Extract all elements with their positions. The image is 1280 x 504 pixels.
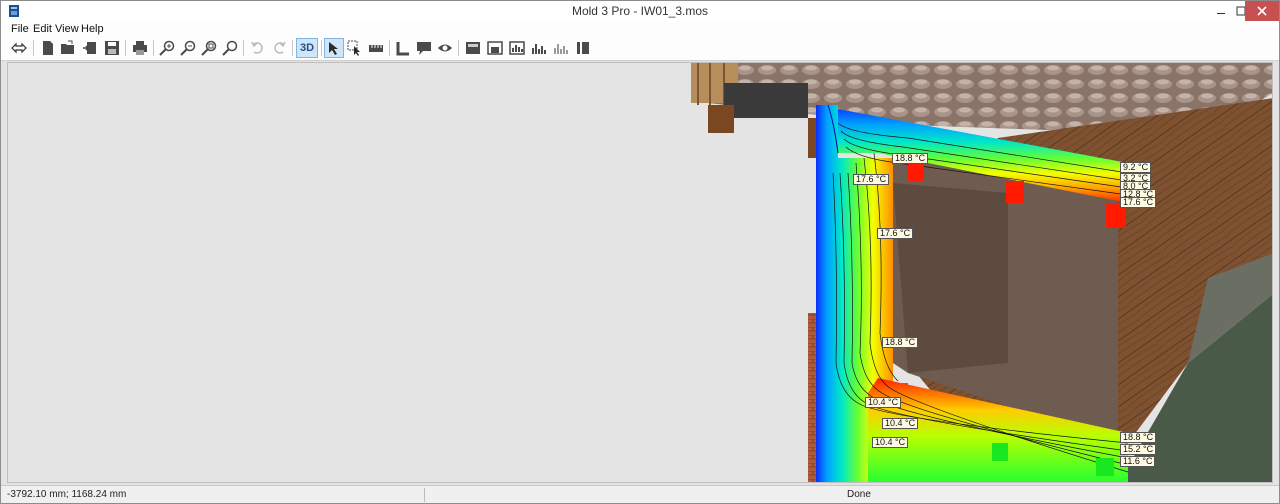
zoom-in-button[interactable] (157, 38, 177, 58)
comment-button[interactable] (414, 38, 434, 58)
status-message: Done (847, 489, 871, 500)
mesh-button[interactable] (485, 38, 505, 58)
mesh-icon (487, 41, 503, 55)
minimize-icon (1217, 13, 1225, 14)
measure-icon (369, 45, 383, 52)
temp-label: 17.6 °C (853, 174, 890, 185)
app-window: Mold 3 Pro - IW01_3.mos File Edit View H… (0, 0, 1280, 504)
3d-viewport[interactable]: 18.8 °C 17.6 °C 17.6 °C 18.8 °C 10.4 °C … (7, 62, 1273, 483)
menu-bar: File Edit View Help (1, 22, 1279, 36)
temp-label: 18.8 °C (892, 153, 929, 164)
temp-label: 15.2 °C (1120, 444, 1157, 455)
zoom-out-icon (180, 40, 196, 56)
new-file-button[interactable] (38, 38, 58, 58)
temp-label: 18.8 °C (1120, 432, 1157, 443)
material-button[interactable] (463, 38, 483, 58)
close-icon (1257, 6, 1267, 16)
redo-button[interactable] (269, 38, 289, 58)
3d-view-label: 3D (299, 42, 315, 54)
redo-icon (274, 41, 286, 54)
visibility-button[interactable] (435, 38, 455, 58)
comment-icon (417, 42, 431, 55)
temp-label: 10.4 °C (872, 437, 909, 448)
close-button[interactable] (1245, 1, 1279, 21)
select-icon (329, 42, 338, 55)
temp-label: 18.8 °C (882, 337, 919, 348)
chart-button[interactable] (529, 38, 549, 58)
status-divider (424, 488, 425, 502)
window-title: Mold 3 Pro - IW01_3.mos (571, 4, 709, 18)
open-icon (61, 40, 74, 54)
cursor-coordinates: -3792.10 mm; 1168.24 mm (7, 489, 127, 500)
result-button[interactable] (507, 38, 527, 58)
zoom-all-icon (201, 40, 217, 56)
pan-icon (11, 42, 27, 54)
temp-label: 10.4 °C (865, 397, 902, 408)
material-icon (466, 42, 480, 54)
temp-label: 17.6 °C (1120, 197, 1157, 208)
new-file-icon (43, 41, 53, 55)
temp-label: 11.6 °C (1120, 456, 1156, 467)
select-button[interactable] (324, 38, 344, 58)
undo-button[interactable] (248, 38, 268, 58)
title-bar: Mold 3 Pro - IW01_3.mos (1, 1, 1279, 22)
import-icon (83, 42, 96, 54)
print-button[interactable] (130, 38, 150, 58)
zoom-out-button[interactable] (178, 38, 198, 58)
temp-label: 9.2 °C (1120, 162, 1152, 173)
save-icon (105, 41, 119, 55)
3d-scene (691, 63, 1272, 482)
visibility-icon (438, 44, 452, 52)
measure-button[interactable] (366, 38, 386, 58)
select-box-icon (347, 40, 360, 56)
chart-icon (532, 44, 546, 54)
zoom-window-icon (222, 40, 238, 56)
zoom-window-button[interactable] (220, 38, 240, 58)
temp-label: 10.4 °C (882, 418, 919, 429)
open-button[interactable] (58, 38, 78, 58)
import-button[interactable] (80, 38, 100, 58)
3d-view-button[interactable]: 3D (296, 38, 318, 58)
print-icon (133, 41, 147, 55)
menu-help[interactable]: Help (81, 22, 104, 36)
menu-view[interactable]: View (55, 22, 79, 36)
calc-icon (577, 42, 589, 54)
zoom-in-icon (159, 40, 175, 56)
zoom-all-button[interactable] (199, 38, 219, 58)
menu-edit[interactable]: Edit (33, 22, 52, 36)
corner-button[interactable] (393, 38, 413, 58)
status-bar: -3792.10 mm; 1168.24 mm Done (1, 485, 1279, 503)
undo-icon (251, 41, 263, 54)
save-button[interactable] (102, 38, 122, 58)
pan-button[interactable] (9, 38, 29, 58)
select-box-button[interactable] (345, 38, 365, 58)
temp-label: 17.6 °C (877, 228, 914, 239)
calc-button[interactable] (573, 38, 593, 58)
toolbar: 3D (1, 36, 1279, 61)
corner-icon (396, 42, 409, 56)
menu-file[interactable]: File (11, 22, 29, 36)
chart2-icon (554, 44, 568, 54)
chart2-button[interactable] (551, 38, 571, 58)
result-icon (509, 41, 525, 55)
